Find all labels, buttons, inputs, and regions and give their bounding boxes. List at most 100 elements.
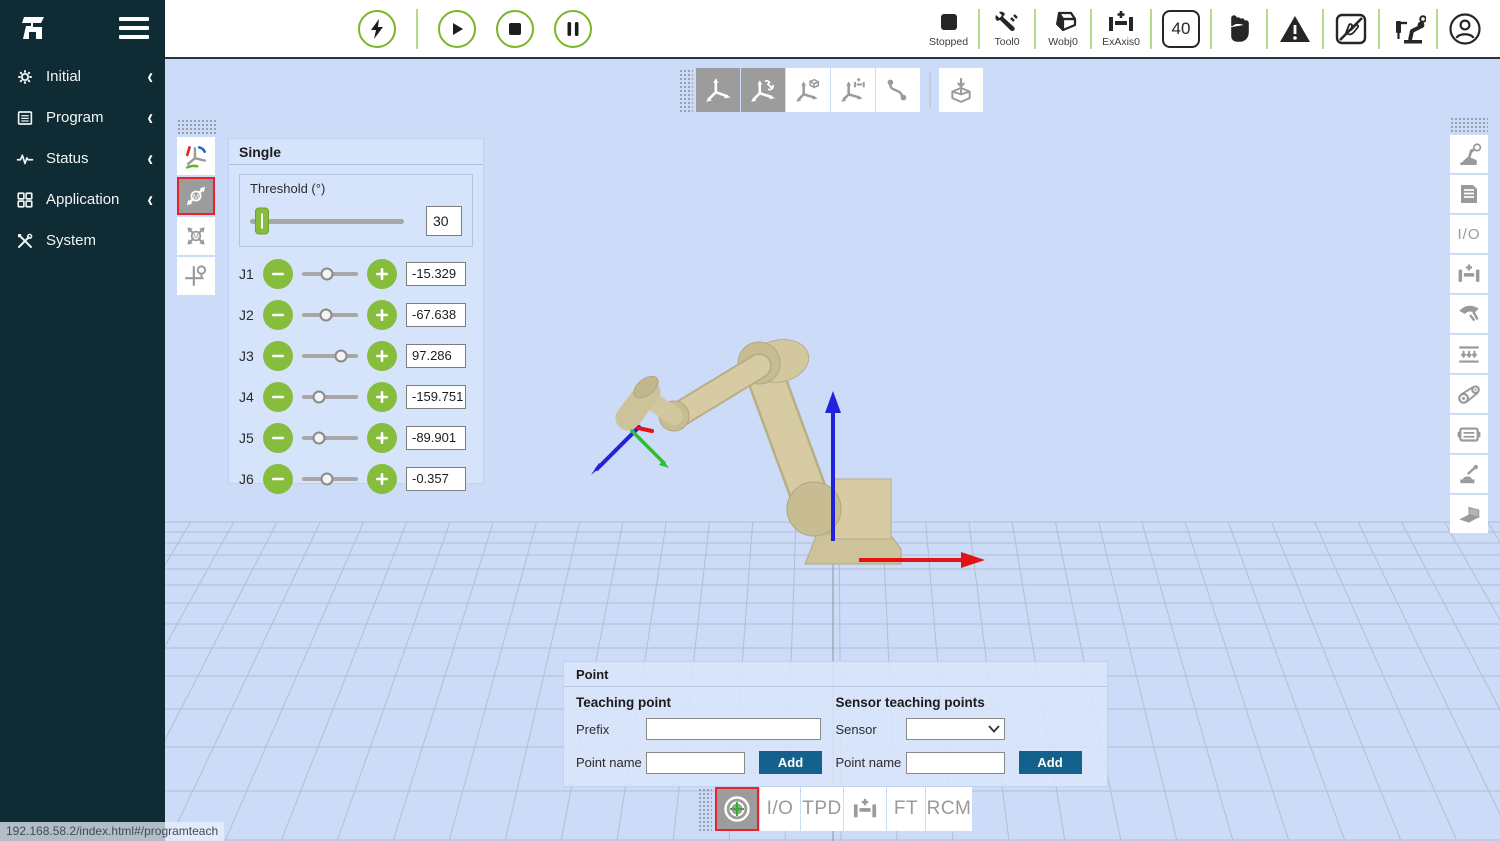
threshold-label: Threshold (°) bbox=[250, 181, 462, 196]
exaxis-mode-button[interactable] bbox=[844, 787, 886, 831]
j2-slider-handle[interactable] bbox=[319, 308, 332, 321]
sidebar-item-status[interactable]: Status ‹ bbox=[0, 138, 165, 179]
toolbar-drag-handle[interactable] bbox=[177, 119, 217, 134]
sidebar-item-initial[interactable]: Initial ‹ bbox=[0, 56, 165, 97]
belt-model-button[interactable] bbox=[1450, 375, 1488, 413]
status-exaxis[interactable]: ExAxis0 bbox=[1092, 1, 1150, 57]
j2-minus-button[interactable] bbox=[263, 300, 293, 330]
j4-slider-handle[interactable] bbox=[312, 390, 325, 403]
tool-frame-button[interactable] bbox=[741, 68, 785, 112]
conveyor-model-button[interactable] bbox=[1450, 335, 1488, 373]
speed-value-box: 40 bbox=[1162, 10, 1200, 48]
divider bbox=[416, 9, 418, 49]
add-sensor-point-button[interactable]: Add bbox=[1019, 751, 1082, 774]
sensor-select[interactable] bbox=[906, 718, 1005, 740]
minus-icon bbox=[270, 471, 286, 487]
j4-minus-button[interactable] bbox=[263, 382, 293, 412]
multi-joint-jog-button[interactable]: M bbox=[177, 217, 215, 255]
j2-plus-button[interactable] bbox=[367, 300, 397, 330]
j4-value-input[interactable] bbox=[406, 385, 466, 409]
power-button[interactable] bbox=[358, 10, 396, 48]
no-touch-button[interactable] bbox=[1324, 1, 1378, 57]
j6-value-input[interactable] bbox=[406, 467, 466, 491]
rcm-mode-button[interactable]: RCM bbox=[926, 787, 972, 831]
sidebar-item-application[interactable]: Application ‹ bbox=[0, 179, 165, 220]
j6-plus-button[interactable] bbox=[367, 464, 397, 494]
teach-target-button[interactable] bbox=[715, 787, 759, 831]
speed-indicator[interactable]: 40 bbox=[1152, 1, 1210, 57]
point-panel: Point Teaching point Prefix Point name A… bbox=[563, 661, 1108, 787]
toolbar-drag-handle[interactable] bbox=[697, 787, 712, 831]
gripper-model-button[interactable] bbox=[1450, 295, 1488, 333]
program-doc-button[interactable] bbox=[1450, 175, 1488, 213]
conveyor-model-icon bbox=[1456, 341, 1482, 367]
alarm-button[interactable] bbox=[1268, 1, 1322, 57]
j5-plus-button[interactable] bbox=[367, 423, 397, 453]
point-name-input[interactable] bbox=[646, 752, 745, 774]
j4-slider[interactable] bbox=[302, 395, 358, 399]
threshold-value-input[interactable] bbox=[426, 206, 462, 236]
j1-slider-handle[interactable] bbox=[321, 267, 334, 280]
j1-slider[interactable] bbox=[302, 272, 358, 276]
wobj-frame-button[interactable] bbox=[786, 68, 830, 112]
ft-mode-button[interactable]: FT bbox=[887, 787, 925, 831]
j2-slider[interactable] bbox=[302, 313, 358, 317]
robot-tool-button[interactable] bbox=[1380, 1, 1436, 57]
menu-hamburger-button[interactable] bbox=[119, 17, 149, 39]
status-wobj[interactable]: Wobj0 bbox=[1036, 1, 1090, 57]
account-button[interactable] bbox=[1438, 1, 1492, 57]
j1-value-input[interactable] bbox=[406, 262, 466, 286]
j2-value-input[interactable] bbox=[406, 303, 466, 327]
frame-axes-button[interactable] bbox=[177, 137, 215, 175]
j5-slider-handle[interactable] bbox=[313, 431, 326, 444]
sidebar-item-system[interactable]: System bbox=[0, 220, 165, 261]
path-curve-icon bbox=[885, 77, 911, 103]
j1-minus-button[interactable] bbox=[263, 259, 293, 289]
path-curve-button[interactable] bbox=[876, 68, 920, 112]
add-point-button[interactable]: Add bbox=[759, 751, 822, 774]
sensor-model-button[interactable] bbox=[1450, 455, 1488, 493]
j3-slider-handle[interactable] bbox=[335, 349, 348, 362]
toolbar-drag-handle[interactable] bbox=[678, 68, 693, 112]
j4-plus-button[interactable] bbox=[367, 382, 397, 412]
single-joint-jog-button[interactable]: M bbox=[177, 177, 215, 215]
threshold-slider[interactable] bbox=[250, 219, 404, 224]
io-mode-button[interactable]: I/O bbox=[760, 787, 800, 831]
robot-model-button[interactable] bbox=[1450, 135, 1488, 173]
status-tool[interactable]: Tool0 bbox=[980, 1, 1034, 57]
j3-minus-button[interactable] bbox=[263, 341, 293, 371]
plate-model-button[interactable] bbox=[1450, 495, 1488, 533]
external-axis-model-button[interactable] bbox=[1450, 255, 1488, 293]
sensor-point-name-input[interactable] bbox=[906, 752, 1005, 774]
toolbar-drag-handle[interactable] bbox=[1450, 117, 1488, 132]
j5-slider[interactable] bbox=[302, 436, 358, 440]
exaxis-frame-button[interactable] bbox=[831, 68, 875, 112]
prefix-input[interactable] bbox=[646, 718, 821, 740]
j6-slider[interactable] bbox=[302, 477, 358, 481]
j3-slider[interactable] bbox=[302, 354, 358, 358]
plus-icon bbox=[374, 348, 390, 364]
tpd-mode-button[interactable]: TPD bbox=[801, 787, 843, 831]
play-button[interactable] bbox=[438, 10, 476, 48]
j6-minus-button[interactable] bbox=[263, 464, 293, 494]
machine-model-button[interactable] bbox=[1450, 415, 1488, 453]
threshold-slider-handle[interactable] bbox=[255, 208, 269, 235]
j5-minus-button[interactable] bbox=[263, 423, 293, 453]
frame-axes-icon bbox=[183, 143, 209, 169]
j3-plus-button[interactable] bbox=[367, 341, 397, 371]
io-model-button[interactable]: I/O bbox=[1450, 215, 1488, 253]
drag-mode-button[interactable] bbox=[1212, 1, 1266, 57]
j6-slider-handle[interactable] bbox=[320, 472, 333, 485]
world-frame-button[interactable] bbox=[696, 68, 740, 112]
chevron-left-icon: ‹ bbox=[147, 146, 153, 172]
point-move-button[interactable] bbox=[177, 257, 215, 295]
warning-icon bbox=[1279, 14, 1311, 44]
sidebar-item-program[interactable]: Program ‹ bbox=[0, 97, 165, 138]
stop-button[interactable] bbox=[496, 10, 534, 48]
plate-model-icon bbox=[1456, 501, 1482, 527]
j5-value-input[interactable] bbox=[406, 426, 466, 450]
pause-button[interactable] bbox=[554, 10, 592, 48]
j3-value-input[interactable] bbox=[406, 344, 466, 368]
import-model-button[interactable] bbox=[939, 68, 983, 112]
j1-plus-button[interactable] bbox=[367, 259, 397, 289]
